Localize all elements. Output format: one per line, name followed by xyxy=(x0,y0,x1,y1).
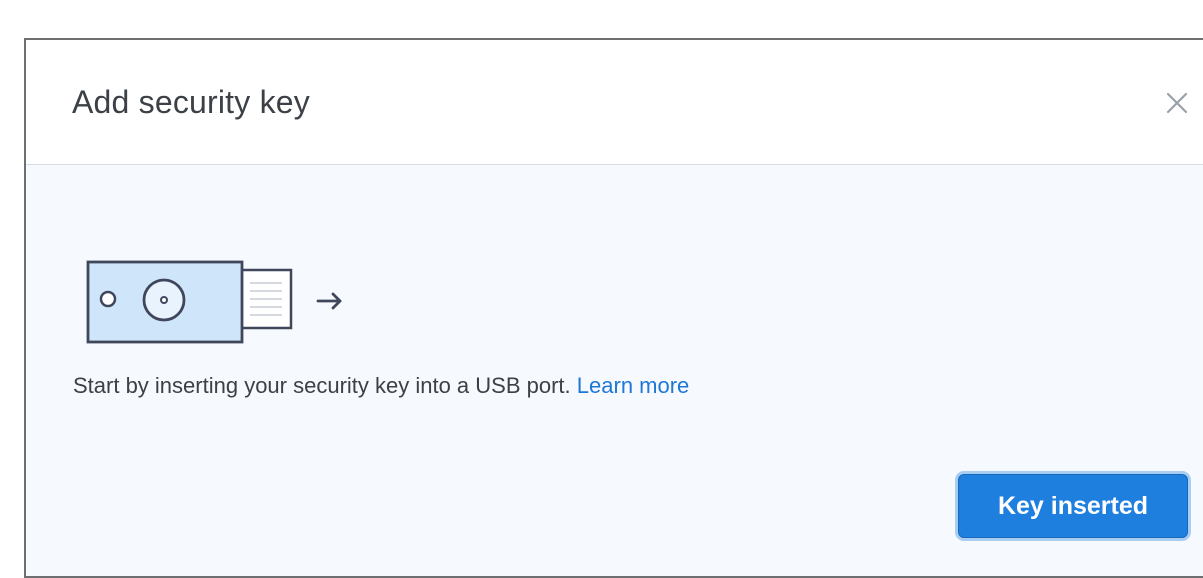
dialog-title: Add security key xyxy=(72,84,310,120)
arrow-right-icon xyxy=(316,292,342,310)
key-inserted-button[interactable]: Key inserted xyxy=(958,474,1188,538)
add-security-key-dialog: Add security key Start by inserting your… xyxy=(24,38,1203,578)
close-icon[interactable] xyxy=(1162,88,1192,118)
learn-more-link[interactable]: Learn more xyxy=(577,373,690,398)
instruction-sentence: Start by inserting your security key int… xyxy=(73,373,571,398)
dialog-header: Add security key xyxy=(26,40,1203,165)
instruction-text: Start by inserting your security key int… xyxy=(73,372,689,400)
usb-security-key-icon xyxy=(84,258,354,350)
